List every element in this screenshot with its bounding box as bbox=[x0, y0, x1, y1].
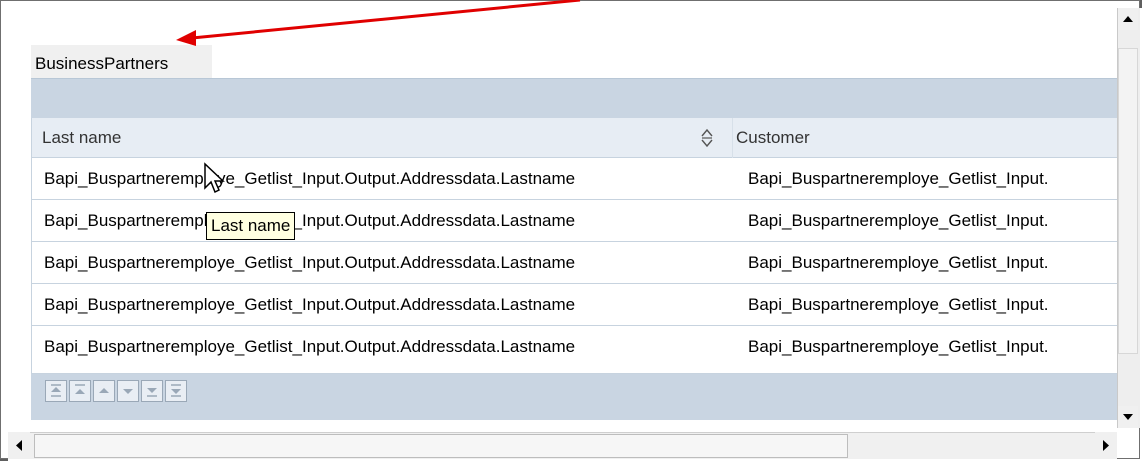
column-tooltip: Last name bbox=[206, 212, 296, 240]
scroll-right-button[interactable] bbox=[1095, 432, 1117, 459]
business-partners-table: Last name Customer Bapi_Buspartneremploy… bbox=[31, 118, 1118, 374]
column-header-customer[interactable]: Customer bbox=[736, 118, 1116, 158]
arrow-right-icon bbox=[1103, 440, 1109, 451]
horizontal-scroll-thumb[interactable] bbox=[34, 434, 848, 458]
scroll-down-button[interactable] bbox=[1118, 406, 1138, 428]
cell-customer: Bapi_Buspartneremploye_Getlist_Input. bbox=[748, 295, 1049, 314]
next-page-icon bbox=[147, 388, 157, 397]
first-page-icon bbox=[51, 384, 61, 397]
cell-customer: Bapi_Buspartneremploye_Getlist_Input. bbox=[748, 337, 1049, 356]
previous-page-icon bbox=[75, 384, 85, 394]
cell-last-name: Bapi_Buspartneremploye_Getlist_Input.Out… bbox=[44, 211, 576, 230]
previous-row-icon bbox=[99, 388, 109, 393]
mouse-cursor-icon bbox=[204, 162, 225, 194]
sort-icon[interactable] bbox=[700, 127, 714, 149]
last-page-button[interactable] bbox=[165, 380, 187, 402]
cell-customer: Bapi_Buspartneremploye_Getlist_Input. bbox=[748, 253, 1049, 272]
cell-last-name: Bapi_Buspartneremploye_Getlist_Input.Out… bbox=[44, 337, 576, 356]
cell-customer: Bapi_Buspartneremploye_Getlist_Input. bbox=[748, 169, 1049, 188]
next-page-button[interactable] bbox=[141, 380, 163, 402]
cell-last-name: Bapi_Buspartneremploye_Getlist_Input.Out… bbox=[44, 253, 576, 272]
cell-last-name: Bapi_Buspartneremploye_Getlist_Input.Out… bbox=[44, 295, 576, 314]
vertical-scroll-thumb[interactable] bbox=[1118, 48, 1138, 354]
first-page-button[interactable] bbox=[45, 380, 67, 402]
table-header: Last name Customer bbox=[32, 118, 1118, 158]
table-row[interactable]: Bapi_Buspartneremploye_Getlist_Input.Out… bbox=[32, 284, 1118, 326]
next-row-button[interactable] bbox=[117, 380, 139, 402]
table-pager bbox=[31, 374, 1117, 420]
arrow-down-icon bbox=[1123, 414, 1133, 420]
last-page-icon bbox=[171, 384, 181, 397]
table-toolbar bbox=[31, 78, 1117, 118]
next-row-icon bbox=[123, 389, 133, 394]
cell-customer: Bapi_Buspartneremploye_Getlist_Input. bbox=[748, 211, 1049, 230]
column-header-last-name[interactable]: Last name bbox=[42, 118, 722, 158]
previous-row-button[interactable] bbox=[93, 380, 115, 402]
table-row[interactable]: Bapi_Buspartneremploye_Getlist_Input.Out… bbox=[32, 326, 1118, 374]
table-row[interactable]: Bapi_Buspartneremploye_Getlist_Input.Out… bbox=[32, 242, 1118, 284]
cell-last-name: Bapi_Buspartneremploye_Getlist_Input.Out… bbox=[44, 169, 576, 188]
scroll-left-button[interactable] bbox=[8, 432, 30, 459]
previous-page-button[interactable] bbox=[69, 380, 91, 402]
arrow-up-icon bbox=[1123, 16, 1133, 22]
arrow-left-icon bbox=[16, 440, 22, 451]
table-row[interactable]: Bapi_Buspartneremploye_Getlist_Input.Out… bbox=[32, 158, 1118, 200]
table-row[interactable]: Bapi_Buspartneremploye_Getlist_Input.Out… bbox=[32, 200, 1118, 242]
tab-label: BusinessPartners bbox=[35, 54, 169, 73]
annotation-arrow-icon bbox=[176, 0, 581, 46]
scroll-up-button[interactable] bbox=[1118, 8, 1138, 30]
